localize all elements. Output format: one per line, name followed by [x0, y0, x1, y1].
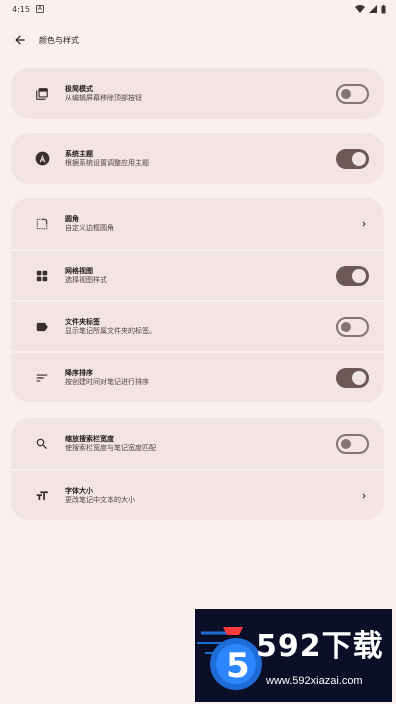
search-icon [33, 435, 51, 453]
setting-grid-view[interactable]: 网格视图 选择视图样式 [11, 249, 384, 300]
chevron-right-icon [357, 489, 371, 503]
switch-knob [352, 151, 366, 166]
brand-logo: 5 [197, 627, 262, 690]
setting-descending-sort[interactable]: 降序排序 按创建时间对笔记进行排序 [11, 351, 384, 402]
setting-title: 极简模式 [65, 85, 93, 93]
ad-brand-text: 592下载 [256, 629, 384, 664]
setting-title: 圆角 [65, 215, 79, 223]
setting-subtitle: 自定义边框圆角 [65, 224, 114, 232]
wifi-icon [355, 5, 365, 13]
grid-view-switch[interactable] [336, 265, 369, 286]
battery-icon [381, 4, 386, 13]
search-bar-width-switch[interactable] [336, 433, 369, 454]
switch-knob [352, 370, 366, 385]
grid-view-icon [33, 267, 51, 285]
back-button[interactable] [10, 30, 30, 50]
text-size-icon [33, 487, 51, 505]
switch-knob [352, 268, 366, 283]
svg-text:5: 5 [226, 646, 250, 686]
settings-group-text: 缩放搜索栏宽度 使搜索栏宽度与笔记宽度匹配 字体大小 更改笔记中文本的大小 [11, 418, 384, 520]
minimal-mode-switch[interactable] [336, 83, 369, 104]
status-time: 4:15 [12, 4, 30, 14]
system-theme-switch[interactable] [336, 148, 369, 169]
setting-title: 字体大小 [65, 487, 93, 495]
setting-subtitle: 更改笔记中文本的大小 [65, 496, 135, 504]
arrow-back-icon [15, 35, 25, 45]
setting-title: 网格视图 [65, 267, 93, 275]
setting-rounded-corners[interactable]: 圆角 自定义边框圆角 [11, 198, 384, 249]
setting-minimal-mode[interactable]: 极简模式 从编辑屏幕移除顶部按钮 [11, 68, 384, 119]
setting-subtitle: 根据系统设置调整应用主题 [65, 159, 149, 167]
setting-title: 文件夹标签 [65, 318, 100, 326]
rounded-corner-icon [33, 215, 51, 233]
settings-group-minimal: 极简模式 从编辑屏幕移除顶部按钮 [11, 68, 384, 119]
setting-title: 缩放搜索栏宽度 [65, 435, 114, 443]
theme-a-icon [33, 150, 51, 168]
switch-knob [341, 88, 351, 99]
setting-subtitle: 显示笔记所属文件夹的标签。 [65, 327, 156, 335]
setting-subtitle: 选择视图样式 [65, 276, 107, 284]
setting-system-theme[interactable]: 系统主题 根据系统设置调整应用主题 [11, 133, 384, 184]
status-bar: 4:15 A [0, 0, 396, 18]
setting-title: 系统主题 [65, 150, 93, 158]
label-icon [33, 318, 51, 336]
layers-icon [33, 85, 51, 103]
setting-search-bar-width[interactable]: 缩放搜索栏宽度 使搜索栏宽度与笔记宽度匹配 [11, 418, 384, 469]
watermark-ad-banner: 5 592下载 www.592xiazai.com [195, 609, 392, 702]
settings-group-theme: 系统主题 根据系统设置调整应用主题 [11, 133, 384, 184]
notification-icon: A [35, 5, 44, 13]
switch-knob [341, 438, 351, 449]
chevron-right-icon [357, 217, 371, 231]
setting-subtitle: 使搜索栏宽度与笔记宽度匹配 [65, 444, 156, 452]
signal-icon [369, 5, 377, 13]
switch-knob [341, 321, 351, 332]
ad-url-text: www.592xiazai.com [266, 675, 363, 687]
settings-group-layout: 圆角 自定义边框圆角 网格视图 选择视图样式 文件夹标签 显示笔记所属文件夹的标… [11, 198, 384, 402]
setting-subtitle: 按创建时间对笔记进行排序 [65, 378, 149, 386]
sort-icon [33, 369, 51, 387]
page-title: 颜色与样式 [39, 35, 79, 45]
folder-tags-switch[interactable] [336, 316, 369, 337]
descending-sort-switch[interactable] [336, 367, 369, 388]
setting-title: 降序排序 [65, 369, 93, 377]
setting-subtitle: 从编辑屏幕移除顶部按钮 [65, 94, 142, 102]
app-bar: 颜色与样式 [0, 18, 396, 62]
setting-folder-tags[interactable]: 文件夹标签 显示笔记所属文件夹的标签。 [11, 300, 384, 351]
setting-font-size[interactable]: 字体大小 更改笔记中文本的大小 [11, 469, 384, 520]
